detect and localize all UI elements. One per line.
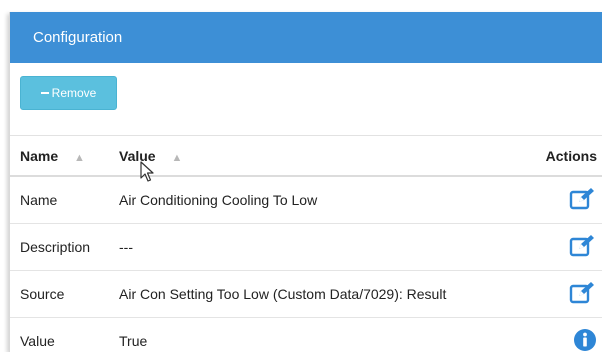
table-row: Value True: [10, 317, 602, 352]
panel-title: Configuration: [33, 29, 123, 46]
info-icon[interactable]: [573, 328, 597, 352]
row-value-cell: Air Con Setting Too Low (Custom Data/702…: [119, 270, 517, 318]
mouse-cursor-icon: [140, 161, 154, 182]
row-name-cell: Description: [10, 223, 119, 271]
column-header-name[interactable]: Name ▲︎: [10, 135, 119, 177]
column-header-value[interactable]: Value ▲︎: [119, 135, 517, 177]
panel-header: Configuration: [10, 12, 602, 63]
edit-icon[interactable]: [569, 234, 597, 261]
row-value-cell: True: [119, 317, 517, 352]
row-actions-cell: [517, 270, 602, 318]
edit-icon[interactable]: [569, 281, 597, 308]
table-header-row: Name ▲︎ Value ▲︎ Actions: [10, 135, 602, 177]
row-actions-cell: [517, 317, 602, 352]
remove-button[interactable]: Remove: [20, 76, 117, 110]
row-value-cell: Air Conditioning Cooling To Low: [119, 176, 517, 224]
row-actions-cell: [517, 176, 602, 224]
table-row: Source Air Con Setting Too Low (Custom D…: [10, 270, 602, 318]
row-name-cell: Value: [10, 317, 119, 352]
table-row: Name Air Conditioning Cooling To Low: [10, 176, 602, 224]
column-header-actions: Actions: [517, 135, 602, 177]
minus-icon: [40, 92, 49, 94]
sort-icon[interactable]: ▲︎: [171, 152, 182, 164]
table-row: Description ---: [10, 223, 602, 271]
toolbar: Remove: [10, 63, 602, 135]
configuration-table: Name ▲︎ Value ▲︎ Actions Name Air Condit…: [10, 135, 602, 352]
edit-icon[interactable]: [569, 187, 597, 214]
sort-icon[interactable]: ▲︎: [74, 152, 85, 164]
row-value-cell: ---: [119, 223, 517, 271]
remove-button-label: Remove: [51, 86, 97, 100]
row-name-cell: Name: [10, 176, 119, 224]
row-actions-cell: [517, 223, 602, 271]
row-name-cell: Source: [10, 270, 119, 318]
configuration-panel: Configuration Remove Name ▲︎ Value ▲︎ Ac…: [9, 12, 602, 352]
